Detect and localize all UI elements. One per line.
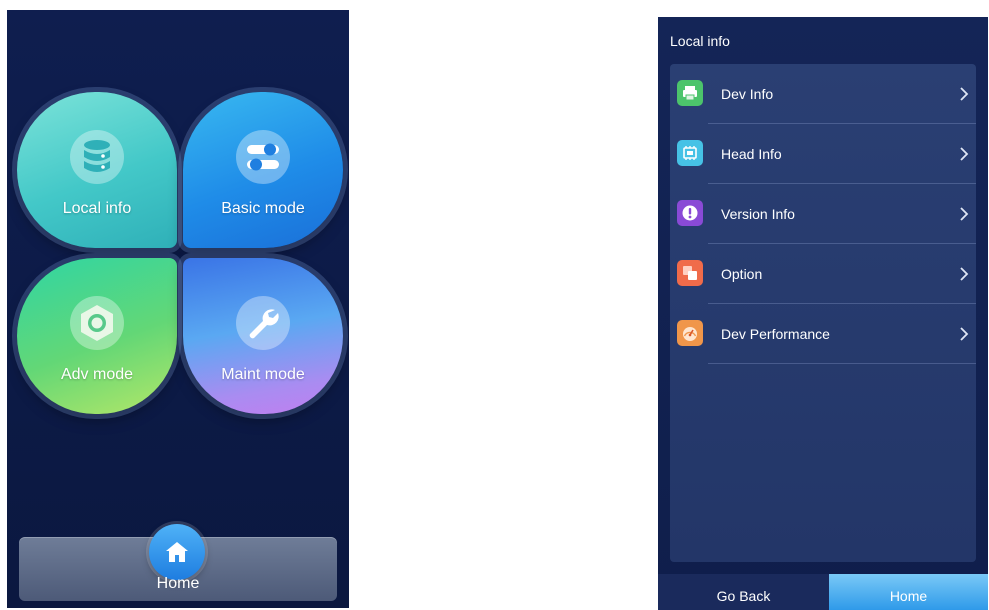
wrench-icon [236,296,290,350]
adv-mode-label: Adv mode [60,366,134,383]
list-item-label: Dev Performance [721,326,830,342]
home-button[interactable]: Home [829,574,988,610]
printhead-icon [677,140,703,166]
list-item-version-info[interactable]: Version Info [670,184,976,244]
basic-mode-tile[interactable]: Basic mode [183,92,343,248]
maint-mode-label: Maint mode [221,366,305,383]
database-icon [70,130,124,184]
chevron-right-icon [960,147,969,161]
option-squares-icon [677,260,703,286]
printer-icon [677,80,703,106]
go-back-button[interactable]: Go Back [658,574,829,610]
adv-mode-tile[interactable]: Adv mode [17,258,177,414]
list-item-dev-info[interactable]: Dev Info [670,64,976,124]
list-item-dev-performance[interactable]: Dev Performance [670,304,976,364]
list-item-label: Head Info [721,146,782,162]
home-icon[interactable] [149,524,205,580]
divider [708,363,976,364]
hex-nut-icon [70,296,124,350]
gauge-icon [677,320,703,346]
toggle-switches-icon [236,130,290,184]
chevron-right-icon [960,87,969,101]
chevron-right-icon [960,327,969,341]
list-item-option[interactable]: Option [670,244,976,304]
list-item-label: Option [721,266,763,282]
page-title: Local info [670,33,730,49]
list-item-head-info[interactable]: Head Info [670,124,976,184]
basic-mode-label: Basic mode [221,200,305,217]
exclamation-icon [677,200,703,226]
chevron-right-icon [960,207,969,221]
info-list: Dev Info Head Info Version Info Option D… [670,64,976,562]
main-menu-screen: Local info Basic mode Adv mode Maint mod… [7,10,349,608]
chevron-right-icon [960,267,969,281]
local-info-screen: Local info Dev Info Head Info Version In… [658,17,988,610]
local-info-label: Local info [62,200,132,217]
home-label: Home [156,575,200,592]
local-info-tile[interactable]: Local info [17,92,177,248]
maint-mode-tile[interactable]: Maint mode [183,258,343,414]
list-item-label: Version Info [721,206,795,222]
list-item-label: Dev Info [721,86,774,102]
